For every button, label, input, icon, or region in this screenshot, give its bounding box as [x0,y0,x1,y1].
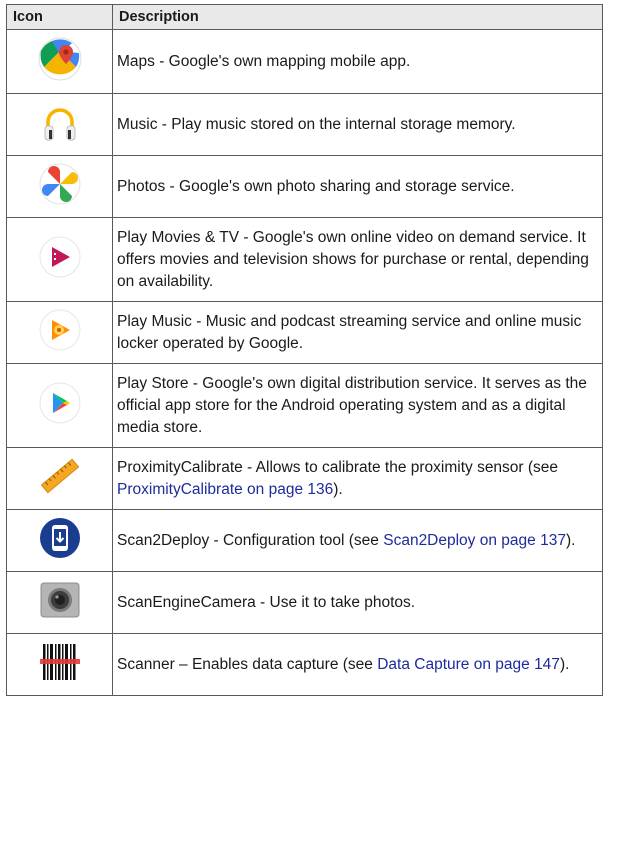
description-column-header: Description [112,4,603,30]
camera-icon [38,578,82,627]
row-description: Scan2Deploy - Configuration tool (see Sc… [112,509,603,572]
row-description: Photos - Google's own photo sharing and … [112,155,603,218]
table-row: Music - Play music stored on the interna… [6,93,603,156]
row-description: Maps - Google's own mapping mobile app. [112,29,603,94]
table-header-row: Icon Description [6,4,603,30]
photos-pinwheel-icon [38,162,82,211]
table-row: ProximityCalibrate - Allows to calibrate… [6,447,603,510]
barcode-scanner-icon [38,640,82,689]
row-description: ProximityCalibrate - Allows to calibrate… [112,447,603,510]
row-description: Play Store - Google's own digital distri… [112,363,603,448]
proximitycalibrate-page-link[interactable]: ProximityCalibrate on page 136 [117,481,333,498]
maps-icon [38,37,82,86]
table-row: Scan2Deploy - Configuration tool (see Sc… [6,509,603,572]
table-row: ScanEngineCamera - Use it to take photos… [6,571,603,634]
table-row: Play Music - Music and podcast streaming… [6,301,603,364]
table-row: Maps - Google's own mapping mobile app. [6,29,603,94]
music-headphones-icon [38,100,82,149]
row-description: Play Movies & TV - Google's own online v… [112,217,603,302]
data-capture-page-link[interactable]: Data Capture on page 147 [377,656,560,673]
row-description: Music - Play music stored on the interna… [112,93,603,156]
table-row: Play Store - Google's own digital distri… [6,363,603,448]
play-store-icon [38,381,82,430]
table-row: Photos - Google's own photo sharing and … [6,155,603,218]
scan2deploy-page-link[interactable]: Scan2Deploy on page 137 [383,532,566,549]
table-row: Scanner – Enables data capture (see Data… [6,633,603,696]
row-description: Scanner – Enables data capture (see Data… [112,633,603,696]
app-icons-table: Icon Description Maps - Google's own map… [6,4,603,696]
row-description: Play Music - Music and podcast streaming… [112,301,603,364]
row-description: ScanEngineCamera - Use it to take photos… [112,571,603,634]
ruler-icon [38,454,82,503]
table-row: Play Movies & TV - Google's own online v… [6,217,603,302]
play-movies-icon [38,235,82,284]
icon-column-header: Icon [6,4,113,30]
scan2deploy-icon [38,516,82,565]
play-music-icon [38,308,82,357]
